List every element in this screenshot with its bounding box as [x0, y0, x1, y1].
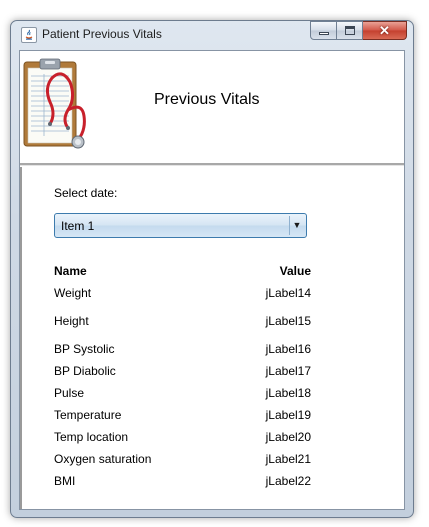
select-date-label: Select date: [54, 186, 118, 200]
java-app-icon [21, 27, 37, 43]
vital-value: jLabel15 [265, 314, 311, 328]
date-combobox-value: Item 1 [61, 219, 95, 233]
maximize-icon [345, 26, 355, 35]
dropdown-arrow-icon[interactable]: ▼ [289, 216, 304, 235]
date-combobox[interactable]: Item 1 ▼ [54, 213, 307, 238]
maximize-button[interactable] [337, 21, 363, 40]
vital-name: BMI [54, 474, 76, 488]
close-button[interactable]: ✕ [363, 21, 407, 40]
close-icon: ✕ [379, 23, 390, 38]
vital-value: jLabel20 [265, 430, 311, 444]
header-panel: Previous Vitals [20, 51, 404, 164]
vital-name: BP Diabolic [54, 364, 116, 378]
vital-name: Oxygen saturation [54, 452, 152, 466]
vital-value: jLabel18 [265, 386, 311, 400]
column-header-name: Name [54, 264, 87, 278]
minimize-icon [319, 32, 329, 35]
minimize-button[interactable] [310, 21, 337, 40]
vital-name: Temp location [54, 430, 129, 444]
vital-name: BP Systolic [54, 342, 115, 356]
vital-value: jLabel17 [265, 364, 311, 378]
vital-name: Temperature [54, 408, 122, 422]
header-divider [20, 163, 404, 166]
window-title: Patient Previous Vitals [42, 27, 162, 41]
vital-value: jLabel19 [265, 408, 311, 422]
vital-value: jLabel16 [265, 342, 311, 356]
title-bar[interactable]: Patient Previous Vitals ✕ [11, 21, 413, 49]
content-panel: Previous Vitals Select date: Item 1 ▼ Na… [19, 50, 405, 510]
vital-value: jLabel22 [265, 474, 311, 488]
vital-name: Weight [54, 286, 92, 300]
header-title: Previous Vitals [154, 91, 260, 108]
vital-name: Pulse [54, 386, 85, 400]
panel-left-border [20, 167, 22, 509]
app-window: Patient Previous Vitals ✕ Previous Vital… [10, 20, 414, 518]
vital-value: jLabel14 [265, 286, 311, 300]
vital-name: Height [54, 314, 89, 328]
clipboard-stethoscope-icon [23, 58, 86, 149]
vital-value: jLabel21 [265, 452, 311, 466]
caption-buttons: ✕ [310, 21, 407, 41]
column-header-value: Value [279, 264, 311, 278]
